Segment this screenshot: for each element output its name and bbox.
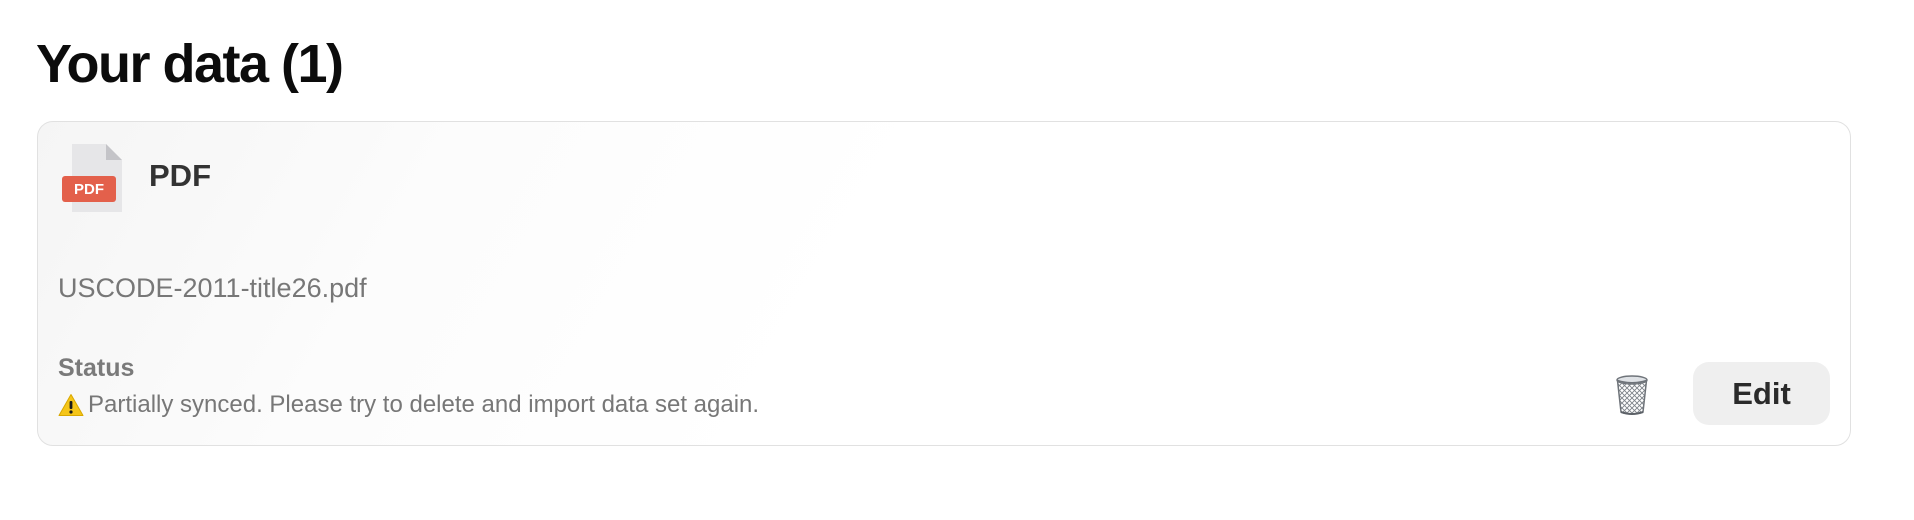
pdf-file-icon: PDF — [62, 142, 124, 214]
status-message: Partially synced. Please try to delete a… — [88, 391, 760, 418]
warning-icon — [58, 393, 84, 417]
status-label: Status — [58, 354, 135, 382]
delete-button[interactable] — [1612, 373, 1652, 417]
trash-icon — [1616, 375, 1648, 415]
edit-button[interactable]: Edit — [1693, 362, 1830, 425]
dataset-card: PDF PDF USCODE-2011-title26.pdf Status P… — [37, 121, 1851, 446]
file-name: USCODE-2011-title26.pdf — [58, 273, 367, 303]
pdf-badge-text: PDF — [74, 181, 104, 198]
page-title: Your data (1) — [36, 34, 344, 94]
status-row: Partially synced. Please try to delete a… — [58, 390, 759, 420]
file-type-label: PDF — [149, 158, 211, 193]
